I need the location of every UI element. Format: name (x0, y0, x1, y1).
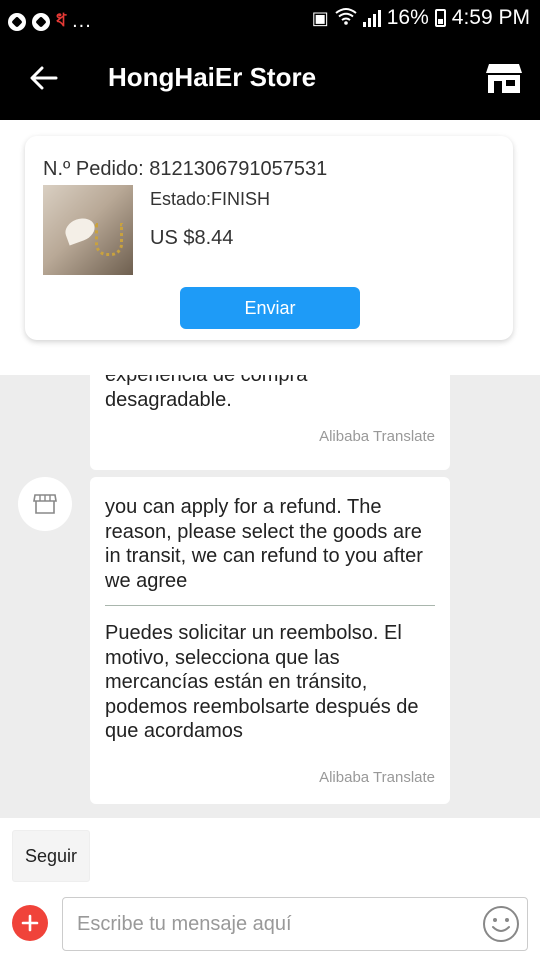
product-image[interactable] (43, 185, 133, 275)
soccer-notification-icon (8, 12, 26, 31)
arrow-left-icon (30, 66, 58, 90)
battery-icon (434, 9, 446, 27)
status-right: ▣ 16% 4:59 PM (312, 6, 530, 30)
message-original-text: you can apply for a refund. The reason, … (105, 496, 423, 592)
store-avatar[interactable] (18, 477, 72, 531)
app-screen: ধ ... ▣ 16% 4:59 PM HongHaiEr Store N.º … (0, 0, 540, 960)
store-icon (486, 64, 522, 93)
order-card[interactable]: N.º Pedido: 8121306791057531 Estado:FINI… (25, 136, 513, 340)
emoji-button[interactable] (482, 905, 520, 943)
message-input[interactable] (62, 897, 528, 951)
status-left: ধ ... (8, 6, 92, 37)
product-chain-shape (95, 223, 123, 256)
plus-icon (21, 914, 39, 932)
translate-label: Alibaba Translate (319, 428, 435, 445)
order-status: Estado:FINISH (150, 189, 271, 209)
status-time: 4:59 PM (451, 6, 530, 29)
order-area: N.º Pedido: 8121306791057531 Estado:FINI… (0, 120, 540, 375)
message-bubble: you can apply for a refund. The reason, … (90, 477, 450, 804)
back-button[interactable] (24, 58, 64, 98)
store-button[interactable] (484, 58, 524, 98)
store-outline-icon (33, 494, 57, 514)
chat-area[interactable]: experiencia de compra desagradable. Alib… (0, 375, 540, 818)
message-translated-text: Puedes solicitar un reembolso. El motivo… (105, 622, 419, 742)
follow-button[interactable]: Seguir (12, 830, 90, 882)
translation-divider (105, 605, 435, 606)
message-text: experiencia de compra desagradable. (105, 375, 308, 411)
product-leaf-shape (62, 214, 98, 246)
message-bubble: experiencia de compra desagradable. Alib… (90, 375, 450, 470)
page-title: HongHaiEr Store (108, 62, 317, 92)
soccer-notification-icon (32, 12, 50, 31)
status-bar: ধ ... ▣ 16% 4:59 PM (0, 0, 540, 38)
order-price: US $8.44 (150, 227, 234, 249)
add-attachment-button[interactable] (12, 905, 48, 941)
composer-area: Seguir (0, 818, 540, 960)
signal-icon (362, 9, 381, 27)
wifi-icon (335, 7, 357, 30)
translate-label: Alibaba Translate (319, 769, 435, 786)
smiley-icon (483, 906, 519, 942)
order-number: N.º Pedido: 8121306791057531 (43, 158, 328, 180)
app-notification-icon: ধ (56, 10, 67, 30)
send-order-button[interactable]: Enviar (180, 287, 360, 329)
battery-percent: 16% (386, 6, 429, 29)
vibrate-icon: ▣ (311, 7, 329, 28)
more-notifications-indicator: ... (72, 10, 92, 32)
app-header: HongHaiEr Store (0, 38, 540, 120)
